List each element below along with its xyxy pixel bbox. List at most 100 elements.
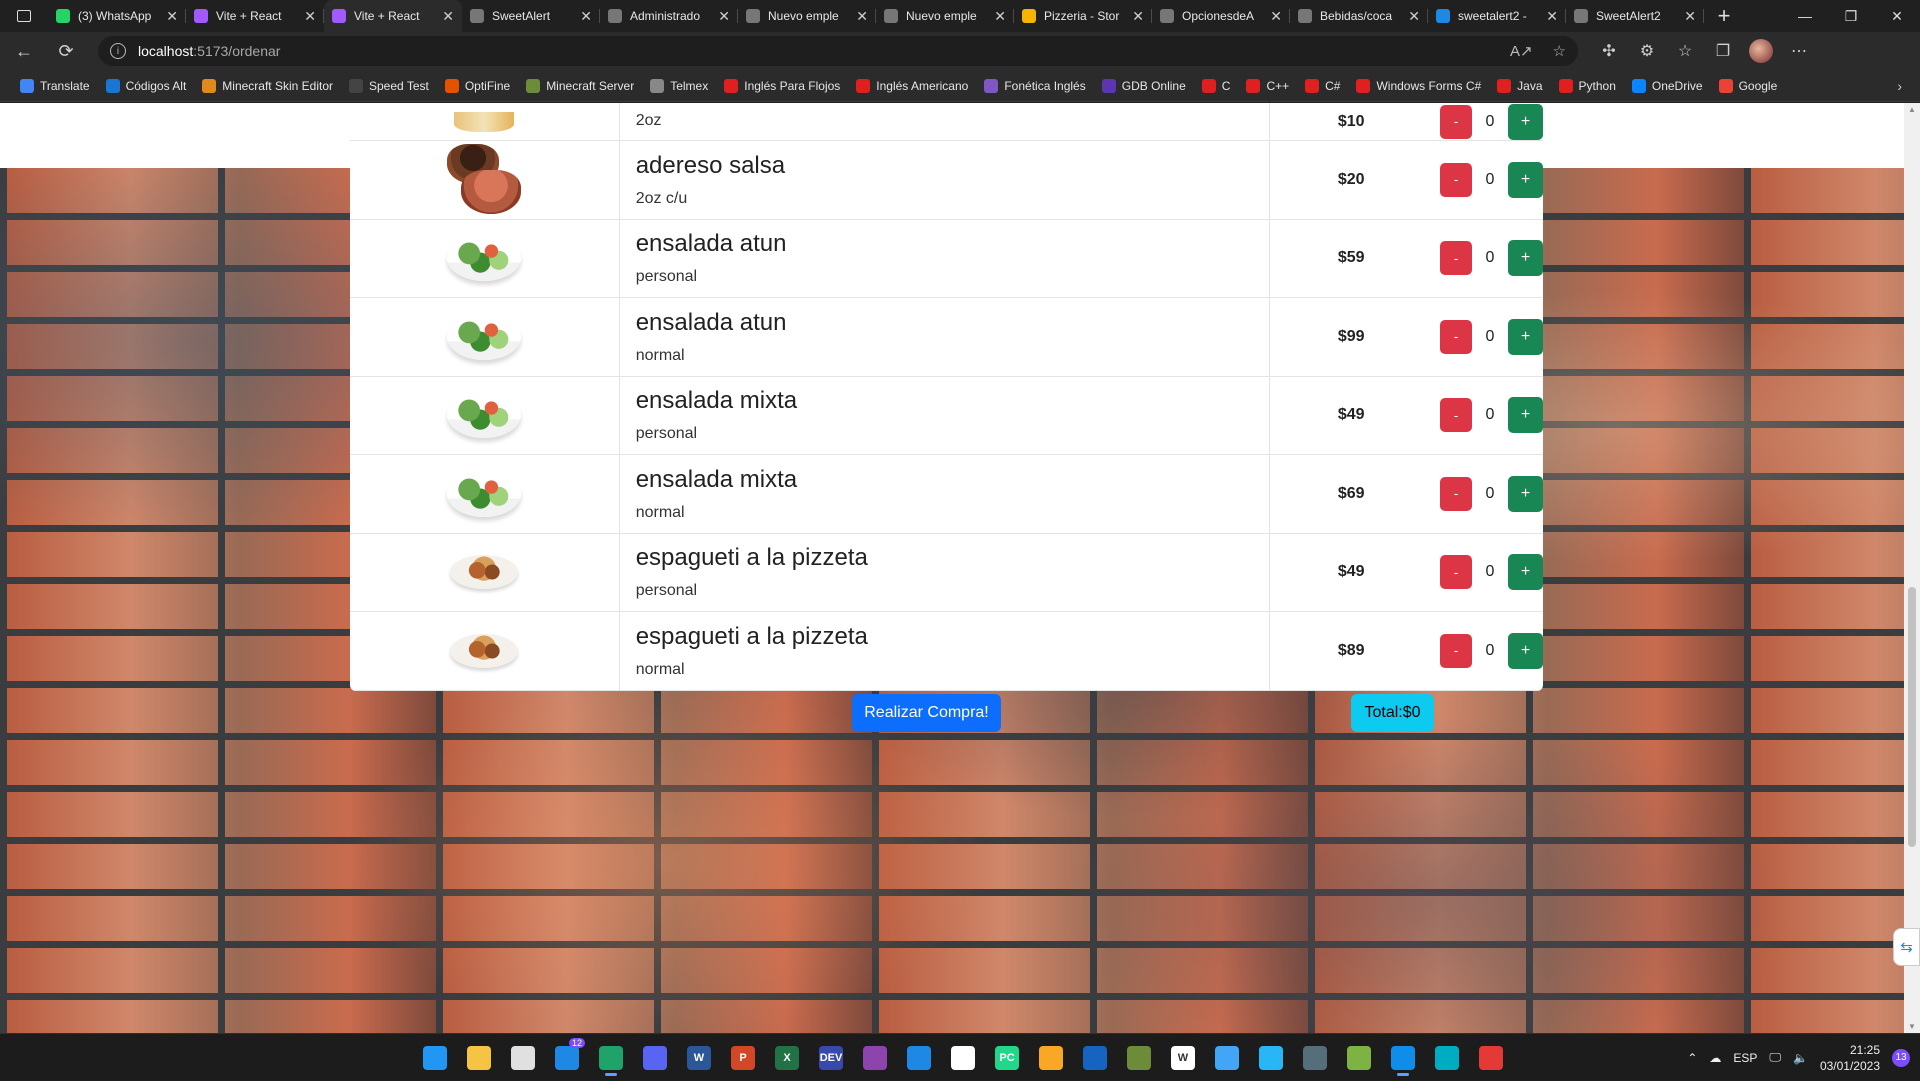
scroll-up-icon[interactable]: ▲ <box>1908 105 1916 114</box>
close-tab-icon[interactable]: ✕ <box>166 8 178 25</box>
decrease-button[interactable]: - <box>1440 162 1472 197</box>
network-icon[interactable]: 🖵 <box>1769 1050 1781 1065</box>
taskbar-app[interactable] <box>1296 1039 1334 1077</box>
favorites-more-chevron-icon[interactable]: › <box>1897 78 1902 94</box>
favorite-item[interactable]: Telmex <box>642 78 716 93</box>
favorite-item[interactable]: Inglés Para Flojos <box>716 78 848 93</box>
taskbar-app[interactable] <box>1340 1039 1378 1077</box>
increase-button[interactable]: + <box>1508 397 1543 434</box>
taskbar-app[interactable] <box>1472 1039 1510 1077</box>
taskbar-app[interactable]: W <box>1164 1039 1202 1077</box>
favorite-item[interactable]: GDB Online <box>1094 78 1194 93</box>
volume-icon[interactable]: 🔈 <box>1793 1051 1808 1065</box>
close-tab-icon[interactable]: ✕ <box>1408 8 1420 25</box>
taskbar-app[interactable] <box>1428 1039 1466 1077</box>
increase-button[interactable]: + <box>1508 318 1543 355</box>
favorite-item[interactable]: Translate <box>12 78 98 93</box>
taskbar-app[interactable] <box>1384 1039 1422 1077</box>
tab-6[interactable]: Nuevo emple ✕ <box>876 0 1014 32</box>
read-aloud-icon[interactable]: A↗ <box>1510 42 1533 60</box>
favorite-item[interactable]: Python <box>1551 78 1624 93</box>
decrease-button[interactable]: - <box>1440 476 1472 511</box>
close-tab-icon[interactable]: ✕ <box>1684 8 1696 25</box>
favorite-star-icon[interactable]: ☆ <box>1553 42 1566 60</box>
tab-4[interactable]: Administrado ✕ <box>600 0 738 32</box>
tab-9[interactable]: Bebidas/coca ✕ <box>1290 0 1428 32</box>
favorites-icon[interactable]: ☆ <box>1666 41 1704 61</box>
taskbar-app[interactable] <box>1032 1039 1070 1077</box>
tab-0[interactable]: (3) WhatsApp ✕ <box>48 0 186 32</box>
vertical-scrollbar[interactable]: ▲ ▼ <box>1904 103 1920 1033</box>
close-tab-icon[interactable]: ✕ <box>1270 8 1282 25</box>
close-tab-icon[interactable]: ✕ <box>1546 8 1558 25</box>
favorite-item[interactable]: C <box>1194 78 1239 93</box>
extensions-puzzle-icon[interactable]: ⚙ <box>1628 41 1666 61</box>
minimize-button[interactable]: — <box>1782 0 1828 32</box>
tab-8[interactable]: OpcionesdeA ✕ <box>1152 0 1290 32</box>
close-tab-icon[interactable]: ✕ <box>718 8 730 25</box>
favorite-item[interactable]: Windows Forms C# <box>1348 78 1489 93</box>
tab-2[interactable]: Vite + React ✕ <box>324 0 462 32</box>
taskbar-app[interactable]: 12 <box>548 1038 586 1077</box>
decrease-button[interactable]: - <box>1440 398 1472 433</box>
favorite-item[interactable]: C++ <box>1238 78 1297 93</box>
decrease-button[interactable]: - <box>1440 104 1472 139</box>
scrollbar-thumb[interactable] <box>1908 587 1916 847</box>
tray-chevron-icon[interactable]: ⌃ <box>1687 1051 1697 1065</box>
taskbar-app[interactable] <box>1076 1039 1114 1077</box>
notification-badge[interactable]: 13 <box>1892 1048 1910 1067</box>
decrease-button[interactable]: - <box>1440 555 1472 590</box>
taskbar-app[interactable] <box>504 1039 542 1077</box>
increase-button[interactable]: + <box>1508 554 1543 591</box>
onedrive-tray-icon[interactable]: ☁ <box>1709 1051 1721 1065</box>
favorite-item[interactable]: Java <box>1489 78 1550 93</box>
favorite-item[interactable]: Speed Test <box>341 78 437 93</box>
back-button[interactable]: ← <box>6 35 42 67</box>
taskbar-app[interactable] <box>1252 1039 1290 1077</box>
favorite-item[interactable]: Fonética Inglés <box>976 78 1093 93</box>
taskbar-app[interactable] <box>460 1039 498 1077</box>
taskbar-app[interactable] <box>592 1039 630 1077</box>
close-tab-icon[interactable]: ✕ <box>442 8 454 25</box>
favorite-item[interactable]: Minecraft Server <box>518 78 642 93</box>
tab-actions-button[interactable] <box>0 0 48 32</box>
favorite-item[interactable]: C# <box>1297 78 1348 93</box>
increase-button[interactable]: + <box>1508 632 1543 669</box>
taskbar-app[interactable] <box>1208 1039 1246 1077</box>
refresh-button[interactable]: ⟳ <box>48 35 84 67</box>
scroll-down-icon[interactable]: ▼ <box>1908 1022 1916 1031</box>
taskbar-app[interactable]: W <box>680 1039 718 1077</box>
favorite-item[interactable]: OptiFine <box>437 78 518 93</box>
extension-icon[interactable]: ✣ <box>1590 41 1628 61</box>
tab-7[interactable]: Pizzeria - Stor ✕ <box>1014 0 1152 32</box>
taskbar-app[interactable] <box>856 1039 894 1077</box>
close-tab-icon[interactable]: ✕ <box>304 8 316 25</box>
clock[interactable]: 21:25 03/01/2023 <box>1820 1042 1880 1074</box>
favorite-item[interactable]: Google <box>1711 78 1786 93</box>
favorite-item[interactable]: Inglés Americano <box>848 78 976 93</box>
collections-icon[interactable]: ❐ <box>1704 41 1742 61</box>
profile-button[interactable] <box>1742 39 1780 63</box>
increase-button[interactable]: + <box>1508 103 1543 140</box>
taskbar-app[interactable]: P <box>724 1039 762 1077</box>
address-bar[interactable]: i localhost:5173/ordenar A↗ ☆ <box>98 36 1578 66</box>
restore-button[interactable]: ❐ <box>1828 0 1874 32</box>
decrease-button[interactable]: - <box>1440 633 1472 668</box>
taskbar-app[interactable] <box>900 1039 938 1077</box>
favorite-item[interactable]: Códigos Alt <box>98 78 195 93</box>
teamviewer-side-icon[interactable]: ⇆ <box>1893 928 1920 966</box>
close-tab-icon[interactable]: ✕ <box>856 8 868 25</box>
favorite-item[interactable]: OneDrive <box>1624 78 1711 93</box>
decrease-button[interactable]: - <box>1440 319 1472 354</box>
decrease-button[interactable]: - <box>1440 241 1472 276</box>
more-menu-icon[interactable]: ⋯ <box>1780 41 1818 61</box>
tab-3[interactable]: SweetAlert ✕ <box>462 0 600 32</box>
taskbar-app[interactable] <box>636 1039 674 1077</box>
close-tab-icon[interactable]: ✕ <box>994 8 1006 25</box>
language-indicator[interactable]: ESP <box>1733 1051 1757 1065</box>
increase-button[interactable]: + <box>1508 161 1543 198</box>
taskbar-app[interactable] <box>416 1039 454 1077</box>
favorite-item[interactable]: Minecraft Skin Editor <box>194 78 341 93</box>
tab-10[interactable]: sweetalert2 - ✕ <box>1428 0 1566 32</box>
taskbar-app[interactable]: DEV <box>812 1039 850 1077</box>
